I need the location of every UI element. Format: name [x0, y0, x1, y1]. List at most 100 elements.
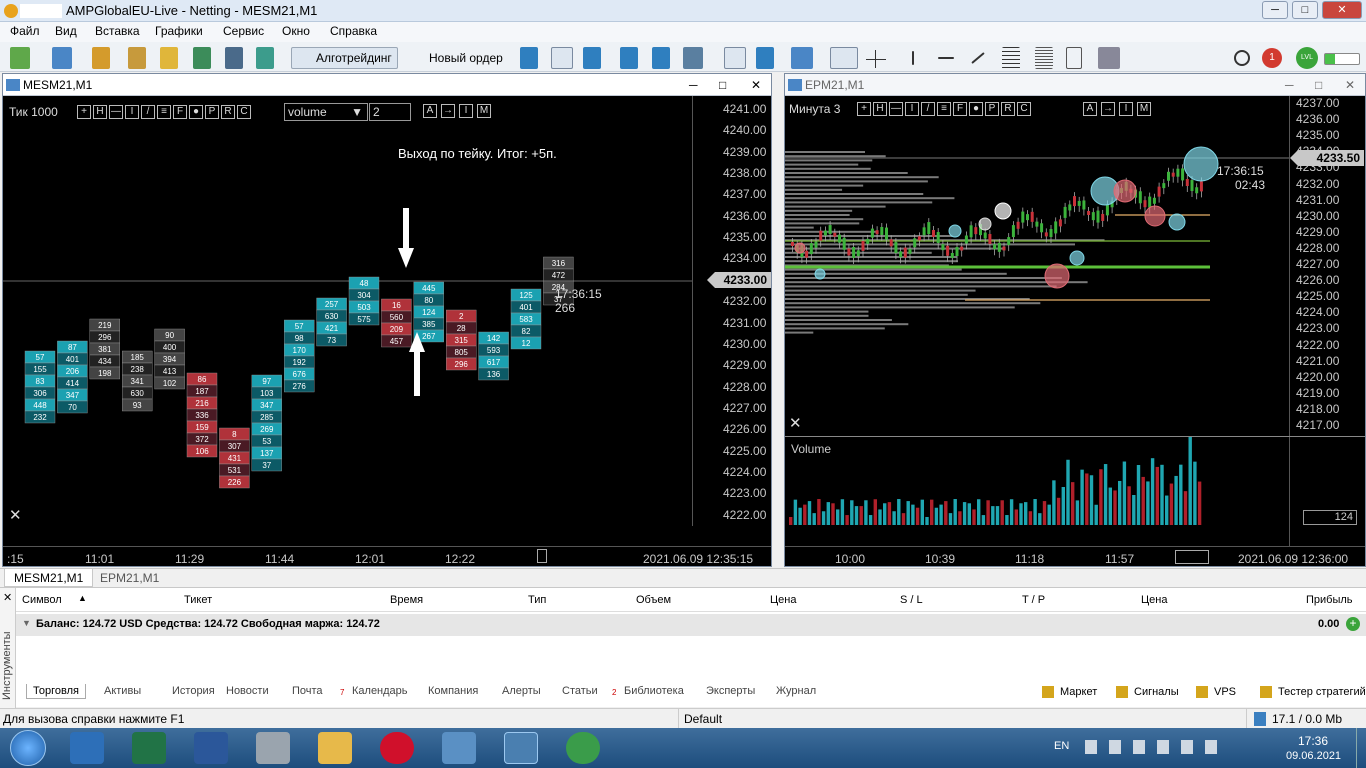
calculator-icon[interactable] [256, 732, 290, 764]
tab-10[interactable]: Эксперты [700, 684, 761, 698]
data-window-icon[interactable] [160, 47, 178, 69]
link-icon-1[interactable] [1116, 686, 1128, 698]
tab-7[interactable]: Алерты [496, 684, 547, 698]
tab-2[interactable]: История [166, 684, 221, 698]
collapse-icon[interactable]: ▼ [22, 618, 31, 628]
line-chart-icon[interactable] [583, 47, 601, 69]
explorer-icon[interactable] [318, 732, 352, 764]
start-button[interactable] [10, 730, 46, 766]
strategy-tester-icon[interactable] [225, 47, 243, 69]
column-header[interactable]: Цена [770, 594, 796, 606]
chart-shift-icon[interactable] [756, 47, 774, 69]
scroll-marker[interactable] [537, 549, 547, 563]
metatrader-icon[interactable] [504, 732, 538, 764]
close-button[interactable]: ✕ [1345, 74, 1355, 96]
chart-app-icon[interactable] [566, 732, 600, 764]
zoom-in-icon[interactable] [620, 47, 638, 69]
tab-11[interactable]: Журнал [770, 684, 822, 698]
link-1[interactable]: Сигналы [1134, 686, 1179, 698]
link-icon-3[interactable] [1260, 686, 1272, 698]
tab-1[interactable]: Активы [98, 684, 147, 698]
candle-chart-icon[interactable] [551, 47, 573, 69]
tools-icon[interactable]: ✕ [9, 506, 22, 524]
zoom-out-icon[interactable] [652, 47, 670, 69]
notification-badge[interactable]: 1 [1262, 48, 1282, 68]
menu-insert[interactable]: Вставка [95, 24, 140, 38]
minimize-button[interactable]: ─ [1262, 1, 1288, 19]
level-badge[interactable]: LVL [1296, 47, 1318, 69]
tab-epm21[interactable]: EPM21,M1 [100, 571, 159, 585]
mode-button-1[interactable]: → [1101, 102, 1115, 116]
close-button[interactable]: ✕ [751, 74, 761, 96]
maximize-button[interactable]: □ [1292, 1, 1318, 19]
link-3[interactable]: Тестер стратегий [1278, 686, 1366, 698]
column-header[interactable]: T / P [1022, 594, 1045, 606]
column-header[interactable]: Тикет [184, 594, 212, 606]
column-header[interactable]: Время [390, 594, 423, 606]
templates-icon[interactable] [791, 47, 813, 69]
tab-8[interactable]: Статьи [556, 684, 604, 698]
tab-0[interactable]: Торговля [26, 684, 86, 699]
excel-icon[interactable] [132, 732, 166, 764]
link-2[interactable]: VPS [1214, 686, 1236, 698]
close-button[interactable]: ✕ [1322, 1, 1362, 19]
crosshair-icon[interactable] [866, 47, 886, 69]
search-signal-icon[interactable] [256, 47, 274, 69]
minimize-button[interactable]: ─ [689, 74, 698, 96]
maximize-button[interactable]: □ [719, 74, 726, 96]
minimize-button[interactable]: ─ [1285, 74, 1294, 96]
add-icon[interactable]: + [1346, 617, 1360, 631]
wifi-app-icon[interactable] [442, 732, 476, 764]
column-header[interactable]: S / L [900, 594, 923, 606]
close-icon[interactable]: ✕ [3, 591, 12, 604]
scroll-marker[interactable] [1175, 550, 1209, 564]
column-header[interactable]: Тип [528, 594, 546, 606]
word-icon[interactable] [194, 732, 228, 764]
maximize-button[interactable]: □ [1315, 74, 1322, 96]
new-chart-icon[interactable] [10, 47, 30, 69]
search-icon[interactable] [1234, 50, 1250, 66]
column-header[interactable]: Цена [1141, 594, 1167, 606]
column-header[interactable]: Прибыль [1306, 594, 1353, 606]
navigator-icon[interactable] [128, 47, 146, 69]
sort-asc-icon[interactable]: ▲ [78, 593, 87, 603]
bar-chart-icon[interactable] [520, 47, 538, 69]
text-icon[interactable] [1066, 47, 1082, 69]
tab-9[interactable]: Библиотека [618, 684, 690, 698]
show-desktop-button[interactable] [1356, 728, 1366, 768]
algotrading-button[interactable]: Алготрейдинг [291, 47, 398, 69]
market-watch-icon[interactable] [92, 47, 110, 69]
horizontal-line-icon[interactable] [938, 57, 954, 59]
column-header[interactable]: Символ [22, 594, 62, 606]
tile-windows-icon[interactable] [683, 47, 703, 69]
shapes-icon[interactable] [1098, 47, 1120, 69]
link-0[interactable]: Маркет [1060, 686, 1097, 698]
terminal-icon[interactable] [193, 47, 211, 69]
menu-file[interactable]: Файл [10, 24, 40, 38]
tab-5[interactable]: Календарь [346, 684, 414, 698]
vertical-line-icon[interactable] [912, 51, 914, 65]
tab-6[interactable]: Компания [422, 684, 484, 698]
link-icon-0[interactable] [1042, 686, 1054, 698]
menu-view[interactable]: Вид [55, 24, 77, 38]
language-indicator[interactable]: EN [1054, 740, 1069, 752]
menu-service[interactable]: Сервис [223, 24, 264, 38]
media-player-icon[interactable] [70, 732, 104, 764]
tab-mesm21[interactable]: MESM21,M1 [4, 569, 94, 587]
column-header[interactable]: Объем [636, 594, 671, 606]
tab-3[interactable]: Новости [220, 684, 275, 698]
profiles-icon[interactable] [52, 47, 72, 69]
cursor-icon[interactable] [830, 47, 858, 69]
autoscroll-icon[interactable] [724, 47, 746, 69]
mode-button-3[interactable]: M [1137, 102, 1151, 116]
tools-icon[interactable]: ✕ [789, 414, 802, 432]
mode-button-2[interactable]: I [1119, 102, 1133, 116]
link-icon-2[interactable] [1196, 686, 1208, 698]
tray-icons[interactable] [1085, 740, 1225, 754]
new-order-button[interactable]: Новый ордер [404, 47, 504, 69]
equidistant-channel-icon[interactable] [1002, 47, 1020, 69]
tab-4[interactable]: Почта [286, 684, 329, 698]
menu-help[interactable]: Справка [330, 24, 377, 38]
mode-button-0[interactable]: A [1083, 102, 1097, 116]
opera-icon[interactable] [380, 732, 414, 764]
